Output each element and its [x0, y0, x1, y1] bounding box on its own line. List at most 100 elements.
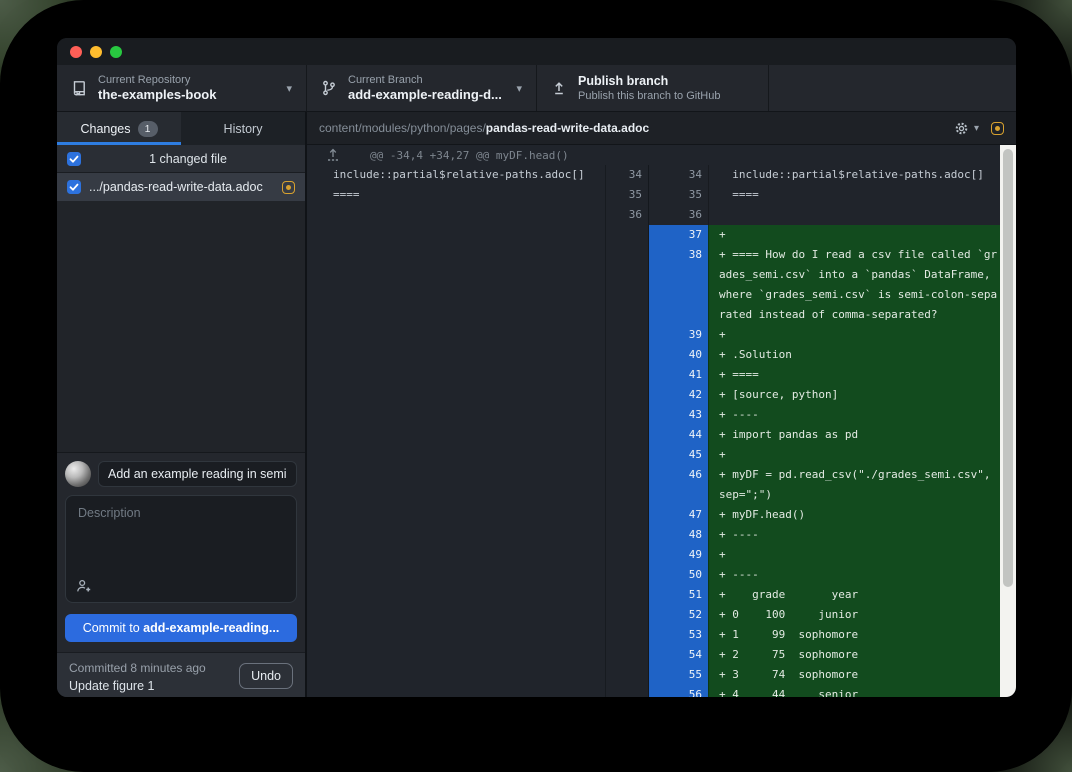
commit-button[interactable]: Commit to add-example-reading...: [65, 614, 297, 642]
new-line-number[interactable]: 39: [648, 325, 708, 345]
old-line-number[interactable]: [605, 685, 648, 697]
old-line-content: [307, 205, 605, 225]
current-repository-button[interactable]: Current Repository the-examples-book ▾: [57, 65, 307, 111]
new-line-content: +: [708, 545, 1000, 565]
new-line-content: + .Solution: [708, 345, 1000, 365]
new-line-number[interactable]: 34: [648, 165, 708, 185]
old-line-number[interactable]: [605, 365, 648, 385]
old-line-number[interactable]: [605, 225, 648, 245]
old-line-content: [307, 245, 605, 325]
old-line-number[interactable]: [605, 405, 648, 425]
old-line-number[interactable]: [605, 625, 648, 645]
undo-commit-bar: Committed 8 minutes ago Update figure 1 …: [57, 652, 305, 697]
gear-icon: [954, 121, 969, 136]
commit-description-input[interactable]: [66, 496, 296, 602]
tab-changes-label: Changes: [80, 122, 130, 136]
old-line-number[interactable]: [605, 545, 648, 565]
old-line-number[interactable]: [605, 645, 648, 665]
new-line-number[interactable]: 38: [648, 245, 708, 325]
new-line-number[interactable]: 37: [648, 225, 708, 245]
file-path-directory: content/modules/python/pages/: [319, 121, 486, 135]
new-line-number[interactable]: 36: [648, 205, 708, 225]
tab-history[interactable]: History: [181, 112, 305, 145]
old-line-number[interactable]: [605, 465, 648, 505]
new-line-content: + grade year: [708, 585, 1000, 605]
new-line-number[interactable]: 35: [648, 185, 708, 205]
old-line-number[interactable]: [605, 425, 648, 445]
old-line-content: [307, 585, 605, 605]
new-line-number[interactable]: 40: [648, 345, 708, 365]
old-line-content: [307, 625, 605, 645]
old-line-number[interactable]: 36: [605, 205, 648, 225]
old-line-number[interactable]: [605, 605, 648, 625]
diff-scrollbar-track[interactable]: [1000, 145, 1016, 697]
new-line-number[interactable]: 53: [648, 625, 708, 645]
minimize-window-button[interactable]: [90, 46, 102, 58]
new-line-number[interactable]: 47: [648, 505, 708, 525]
undo-button[interactable]: Undo: [239, 663, 293, 689]
new-line-content: include::partial$relative-paths.adoc[]: [708, 165, 1000, 185]
new-line-number[interactable]: 42: [648, 385, 708, 405]
old-line-number[interactable]: [605, 565, 648, 585]
old-line-content: [307, 505, 605, 525]
old-line-number[interactable]: [605, 525, 648, 545]
current-branch-button[interactable]: Current Branch add-example-reading-d... …: [307, 65, 537, 111]
file-list-empty-area: [57, 201, 305, 452]
new-line-number[interactable]: 52: [648, 605, 708, 625]
commit-summary-input[interactable]: [98, 461, 297, 487]
old-line-number[interactable]: [605, 445, 648, 465]
new-line-content: + 2 75 sophomore: [708, 645, 1000, 665]
new-line-number[interactable]: 56: [648, 685, 708, 697]
old-line-number[interactable]: [605, 585, 648, 605]
old-line-content: [307, 645, 605, 665]
commit-button-branch: add-example-reading...: [143, 621, 279, 635]
diff-options-button[interactable]: ▾: [954, 121, 979, 136]
changes-count-badge: 1: [138, 121, 158, 137]
old-line-number[interactable]: [605, 665, 648, 685]
new-line-content: + import pandas as pd: [708, 425, 1000, 445]
new-line-number[interactable]: 48: [648, 525, 708, 545]
old-line-number[interactable]: [605, 505, 648, 525]
old-line-number[interactable]: [605, 385, 648, 405]
old-line-content: [307, 365, 605, 385]
main-area: Changes 1 History 1 changed file .../pan…: [57, 112, 1016, 697]
new-line-number[interactable]: 44: [648, 425, 708, 445]
new-line-content: +: [708, 325, 1000, 345]
old-line-number[interactable]: [605, 245, 648, 325]
new-line-number[interactable]: 46: [648, 465, 708, 505]
new-line-number[interactable]: 41: [648, 365, 708, 385]
select-all-checkbox[interactable]: [67, 152, 81, 166]
tab-changes[interactable]: Changes 1: [57, 112, 181, 145]
add-coauthor-icon[interactable]: [76, 578, 92, 594]
repo-icon: [71, 80, 87, 96]
modified-status-icon: [991, 122, 1004, 135]
old-line-number[interactable]: [605, 345, 648, 365]
new-line-number[interactable]: 51: [648, 585, 708, 605]
new-line-content: + 1 99 sophomore: [708, 625, 1000, 645]
old-line-number[interactable]: 34: [605, 165, 648, 185]
changed-file-row[interactable]: .../pandas-read-write-data.adoc: [57, 173, 305, 201]
new-line-number[interactable]: 55: [648, 665, 708, 685]
old-line-content: [307, 445, 605, 465]
publish-branch-title: Publish branch: [578, 74, 754, 89]
expand-hunk-up-icon[interactable]: [326, 148, 340, 162]
chevron-down-icon: ▾: [974, 123, 979, 134]
publish-branch-button[interactable]: Publish branch Publish this branch to Gi…: [537, 65, 769, 111]
toolbar: Current Repository the-examples-book ▾ C…: [57, 65, 1016, 112]
new-line-number[interactable]: 43: [648, 405, 708, 425]
new-line-number[interactable]: 49: [648, 545, 708, 565]
new-line-number[interactable]: 54: [648, 645, 708, 665]
close-window-button[interactable]: [70, 46, 82, 58]
new-line-number[interactable]: 45: [648, 445, 708, 465]
user-avatar: [65, 461, 91, 487]
file-include-checkbox[interactable]: [67, 180, 81, 194]
diff-scrollbar-thumb[interactable]: [1003, 149, 1013, 587]
new-line-number[interactable]: 50: [648, 565, 708, 585]
old-line-content: [307, 225, 605, 245]
old-line-number[interactable]: 35: [605, 185, 648, 205]
changed-file-name: .../pandas-read-write-data.adoc: [89, 180, 282, 194]
zoom-window-button[interactable]: [110, 46, 122, 58]
old-line-number[interactable]: [605, 325, 648, 345]
publish-branch-subtitle: Publish this branch to GitHub: [578, 89, 754, 103]
tab-history-label: History: [224, 122, 263, 136]
